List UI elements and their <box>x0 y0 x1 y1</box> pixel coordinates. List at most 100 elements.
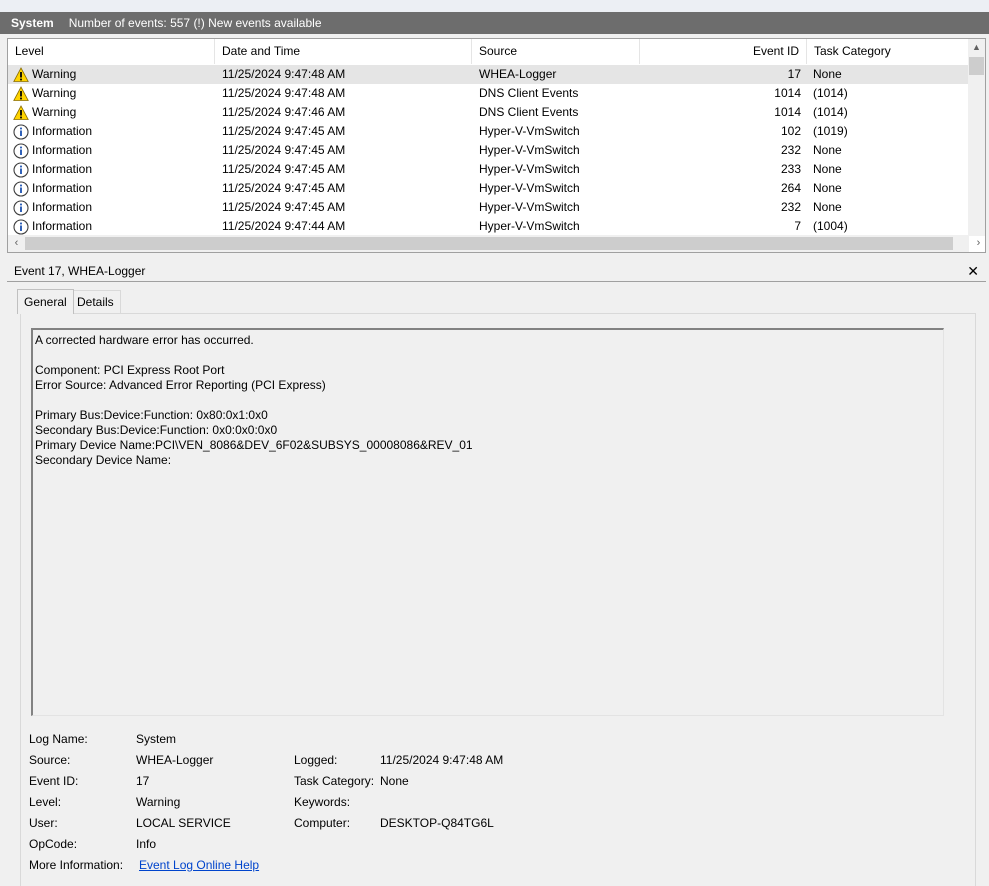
column-header-event-id[interactable]: Event ID <box>640 39 807 64</box>
computer-value: DESKTOP-Q84TG6L <box>380 816 494 830</box>
event-list[interactable]: Level Date and Time Source Event ID Task… <box>7 38 986 253</box>
tab-details[interactable]: Details <box>70 290 121 313</box>
log-name-value: System <box>136 732 177 746</box>
log-header-bar: System Number of events: 557 (!) New eve… <box>0 12 989 34</box>
level-text: Information <box>32 219 93 233</box>
event-id-cell: 17 <box>787 67 801 81</box>
level-text: Information <box>32 181 93 195</box>
level-value: Warning <box>136 795 181 809</box>
source-cell: Hyper-V-VmSwitch <box>479 219 580 233</box>
event-description-box[interactable]: A corrected hardware error has occurred.… <box>31 328 944 716</box>
event-id-cell: 232 <box>780 200 801 214</box>
date-time-cell: 11/25/2024 9:47:44 AM <box>222 219 346 233</box>
description-line: Secondary Bus:Device:Function: 0x0:0x0:0… <box>35 423 278 437</box>
table-row[interactable]: Information 11/25/2024 9:47:44 AM Hyper-V-… <box>8 217 969 236</box>
description-line: Primary Bus:Device:Function: 0x80:0x1:0x… <box>35 408 268 422</box>
horizontal-scroll-thumb[interactable] <box>25 237 953 250</box>
vertical-scrollbar[interactable]: ▲ <box>968 39 985 236</box>
warning-icon <box>13 66 29 83</box>
level-text: Warning <box>32 67 77 81</box>
date-time-cell: 11/25/2024 9:47:45 AM <box>222 181 346 195</box>
source-cell: DNS Client Events <box>479 105 579 119</box>
log-name: System <box>11 16 54 30</box>
level-cell: Information <box>13 160 213 179</box>
more-information-label: More Information: <box>29 858 124 872</box>
task-category-label: Task Category: <box>294 774 375 788</box>
date-time-cell: 11/25/2024 9:47:46 AM <box>222 105 346 119</box>
column-header-source[interactable]: Source <box>472 39 640 64</box>
warning-icon <box>13 85 29 102</box>
scroll-up-arrow-icon[interactable]: ▲ <box>968 39 985 56</box>
opcode-value: Info <box>136 837 157 851</box>
window-top-strip <box>0 0 989 12</box>
keywords-label: Keywords: <box>294 795 351 809</box>
source-cell: WHEA-Logger <box>479 67 557 81</box>
event-id-cell: 264 <box>780 181 801 195</box>
event-log-online-help-link[interactable]: Event Log Online Help <box>139 857 259 873</box>
level-cell: Information <box>13 141 213 160</box>
event-rows: Warning 11/25/2024 9:47:48 AM WHEA-Logger 1… <box>8 65 969 236</box>
task-category-cell: None <box>813 67 842 81</box>
level-cell: Warning <box>13 65 213 84</box>
source-cell: DNS Client Events <box>479 86 579 100</box>
date-time-cell: 11/25/2024 9:47:48 AM <box>222 67 346 81</box>
user-value: LOCAL SERVICE <box>136 816 231 830</box>
table-row[interactable]: Warning 11/25/2024 9:47:48 AM WHEA-Logger 1… <box>8 65 969 84</box>
level-text: Information <box>32 143 93 157</box>
description-line <box>35 393 941 408</box>
source-cell: Hyper-V-VmSwitch <box>479 200 580 214</box>
computer-label: Computer: <box>294 816 351 830</box>
scroll-right-arrow-icon[interactable]: › <box>970 235 985 252</box>
table-row[interactable]: Warning 11/25/2024 9:47:46 AM DNS Client E… <box>8 103 969 122</box>
task-category-value: None <box>380 774 409 788</box>
level-cell: Information <box>13 179 213 198</box>
description-line: A corrected hardware error has occurred. <box>35 333 254 347</box>
vertical-scroll-thumb[interactable] <box>969 57 984 75</box>
info-icon <box>13 180 29 197</box>
table-row[interactable]: Information 11/25/2024 9:47:45 AM Hyper-V-… <box>8 198 969 217</box>
info-icon <box>13 161 29 178</box>
scroll-left-arrow-icon[interactable]: ‹ <box>8 235 25 252</box>
logged-label: Logged: <box>294 753 338 767</box>
level-text: Warning <box>32 86 77 100</box>
warning-icon <box>13 104 29 121</box>
opcode-label: OpCode: <box>29 837 78 851</box>
level-text: Warning <box>32 105 77 119</box>
table-row[interactable]: Information 11/25/2024 9:47:45 AM Hyper-V-… <box>8 141 969 160</box>
date-time-cell: 11/25/2024 9:47:48 AM <box>222 86 346 100</box>
source-label: Source: <box>29 753 71 767</box>
info-icon <box>13 142 29 159</box>
source-cell: Hyper-V-VmSwitch <box>479 124 580 138</box>
table-row[interactable]: Information 11/25/2024 9:47:45 AM Hyper-V-… <box>8 179 969 198</box>
log-name-label: Log Name: <box>29 732 88 746</box>
column-header-task-category[interactable]: Task Category <box>807 39 969 64</box>
level-cell: Information <box>13 217 213 236</box>
table-row[interactable]: Information 11/25/2024 9:47:45 AM Hyper-V-… <box>8 122 969 141</box>
user-label: User: <box>29 816 58 830</box>
level-cell: Warning <box>13 103 213 122</box>
level-text: Information <box>32 162 93 176</box>
horizontal-scrollbar[interactable]: ‹ › <box>8 235 980 252</box>
source-cell: Hyper-V-VmSwitch <box>479 143 580 157</box>
close-icon[interactable]: ✕ <box>967 262 979 280</box>
table-row[interactable]: Warning 11/25/2024 9:47:48 AM DNS Client E… <box>8 84 969 103</box>
level-text: Information <box>32 200 93 214</box>
description-line: Secondary Device Name: <box>35 453 172 467</box>
task-category-cell: None <box>813 200 842 214</box>
info-icon <box>13 123 29 140</box>
table-row[interactable]: Information 11/25/2024 9:47:45 AM Hyper-V-… <box>8 160 969 179</box>
date-time-cell: 11/25/2024 9:47:45 AM <box>222 124 346 138</box>
column-header-level[interactable]: Level <box>8 39 215 64</box>
pane-splitter[interactable] <box>0 256 989 259</box>
column-header-date-time[interactable]: Date and Time <box>215 39 472 64</box>
tab-general[interactable]: General <box>17 289 74 314</box>
level-cell: Information <box>13 198 213 217</box>
event-id-cell: 7 <box>794 219 801 233</box>
event-id-value: 17 <box>136 774 150 788</box>
info-icon <box>13 218 29 235</box>
level-text: Information <box>32 124 93 138</box>
date-time-cell: 11/25/2024 9:47:45 AM <box>222 143 346 157</box>
description-line: Error Source: Advanced Error Reporting (… <box>35 378 326 392</box>
level-cell: Information <box>13 122 213 141</box>
task-category-cell: None <box>813 181 842 195</box>
